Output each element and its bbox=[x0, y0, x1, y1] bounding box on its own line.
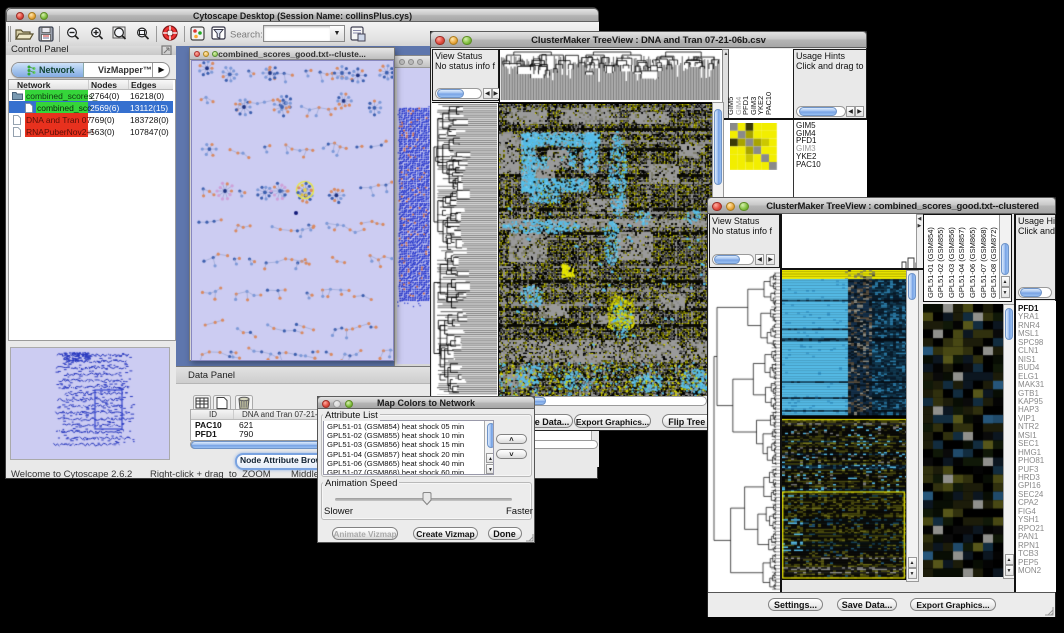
svg-text:Search:: Search: bbox=[230, 30, 263, 41]
